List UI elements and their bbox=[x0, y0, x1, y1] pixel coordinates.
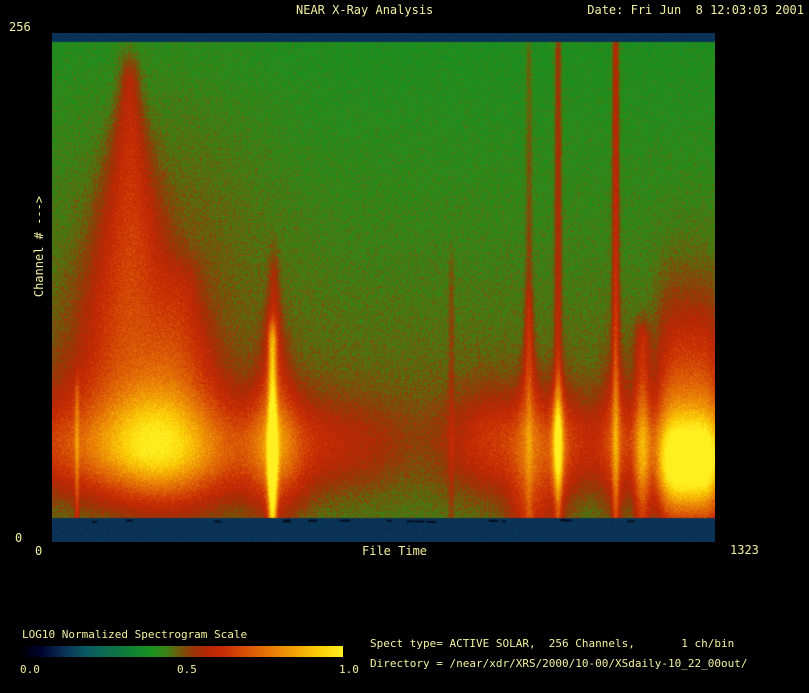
x-axis-max-label: 1323 bbox=[730, 544, 759, 557]
y-axis-max-label: 256 bbox=[9, 21, 31, 34]
spectrogram-plot bbox=[52, 33, 715, 542]
y-axis-title: Channel # ---> bbox=[33, 196, 46, 297]
colorbar-title: LOG10 Normalized Spectrogram Scale bbox=[22, 628, 247, 641]
page-title: NEAR X-Ray Analysis bbox=[296, 4, 433, 17]
colorbar-tick-0: 0.0 bbox=[20, 663, 40, 676]
spect-type-line: Spect type= ACTIVE SOLAR, 256 Channels, … bbox=[370, 637, 734, 650]
colorbar-tick-1: 1.0 bbox=[339, 663, 359, 676]
x-axis-title: File Time bbox=[362, 545, 427, 558]
colorbar-tick-05: 0.5 bbox=[177, 663, 197, 676]
x-axis-min-label: 0 bbox=[35, 545, 42, 558]
colorbar-gradient bbox=[22, 646, 343, 657]
y-axis-min-label: 0 bbox=[15, 532, 22, 545]
near-xray-analysis-window: NEAR X-Ray Analysis Date: Fri Jun 8 12:0… bbox=[0, 0, 809, 693]
date-label: Date: Fri Jun 8 12:03:03 2001 bbox=[587, 4, 804, 17]
directory-line: Directory = /near/xdr/XRS/2000/10-00/XSd… bbox=[370, 657, 748, 670]
